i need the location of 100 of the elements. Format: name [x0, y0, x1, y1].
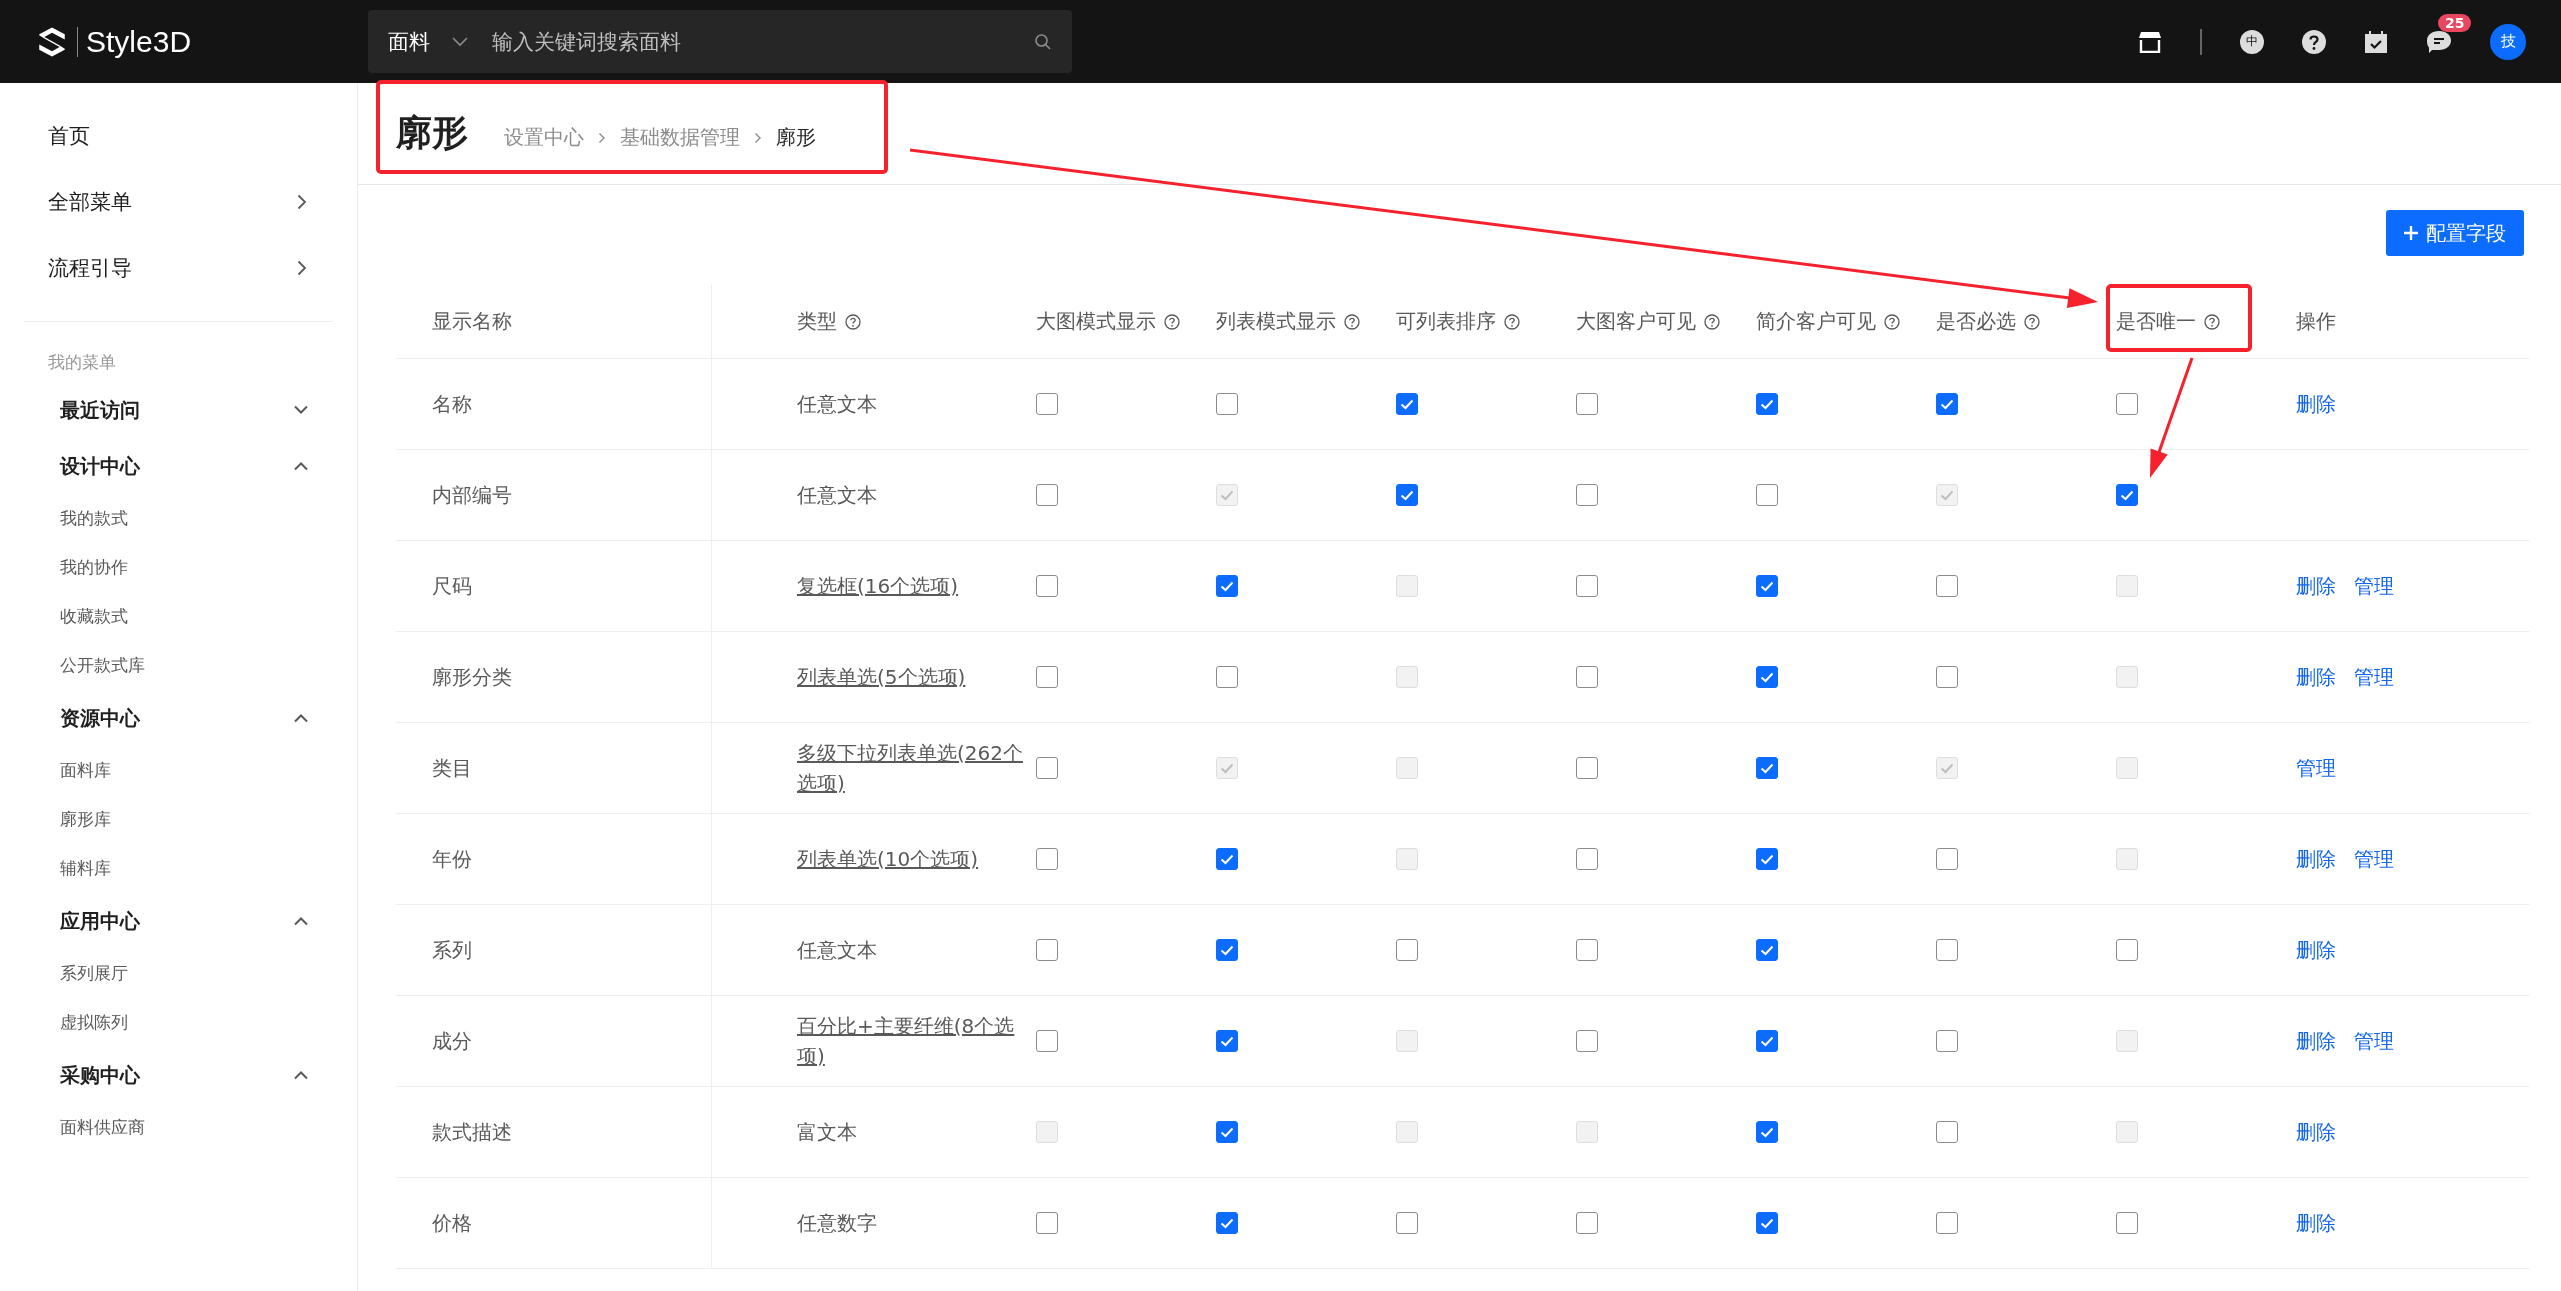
checkbox[interactable]	[1576, 1030, 1598, 1052]
help-icon[interactable]	[845, 313, 861, 330]
checkbox[interactable]	[1396, 1212, 1418, 1234]
type-link[interactable]: 列表单选(5个选项)	[797, 662, 966, 692]
menu-item[interactable]: 虚拟陈列	[0, 998, 357, 1047]
menu-group[interactable]: 设计中心	[0, 438, 357, 494]
help-icon[interactable]	[2024, 313, 2040, 330]
action-link[interactable]: 管理	[2354, 663, 2394, 691]
checkbox[interactable]	[1756, 575, 1778, 597]
sidebar-item[interactable]: 首页	[0, 103, 357, 169]
checkbox[interactable]	[1576, 666, 1598, 688]
checkbox[interactable]	[1216, 1212, 1238, 1234]
checkbox[interactable]	[1216, 393, 1238, 415]
checkbox[interactable]	[1216, 1121, 1238, 1143]
menu-item[interactable]: 我的协作	[0, 543, 357, 592]
checkbox[interactable]	[1576, 484, 1598, 506]
checkbox[interactable]	[2116, 484, 2138, 506]
checkbox[interactable]	[1756, 393, 1778, 415]
menu-label[interactable]: 流程引导	[48, 254, 132, 282]
store-icon[interactable]	[2138, 30, 2162, 53]
checkbox[interactable]	[1936, 666, 1958, 688]
search-icon[interactable]	[1034, 32, 1052, 51]
help-icon[interactable]	[2204, 313, 2220, 330]
action-link[interactable]: 管理	[2354, 572, 2394, 600]
action-link[interactable]: 删除	[2296, 572, 2336, 600]
action-link[interactable]: 管理	[2354, 1027, 2394, 1055]
menu-label[interactable]: 全部菜单	[48, 188, 132, 216]
checkbox[interactable]	[1756, 939, 1778, 961]
checkbox[interactable]	[1036, 393, 1058, 415]
checkbox[interactable]	[1576, 1212, 1598, 1234]
checkbox[interactable]	[1936, 1030, 1958, 1052]
checkbox[interactable]	[1396, 939, 1418, 961]
menu-item[interactable]: 我的款式	[0, 494, 357, 543]
checkbox[interactable]	[1756, 848, 1778, 870]
checkbox[interactable]	[1576, 848, 1598, 870]
checkbox[interactable]	[1216, 1030, 1238, 1052]
checkbox[interactable]	[1936, 1212, 1958, 1234]
help-icon[interactable]	[2302, 29, 2326, 54]
chat-icon[interactable]	[2426, 29, 2452, 54]
checkbox[interactable]	[1036, 1030, 1058, 1052]
action-link[interactable]: 删除	[2296, 1118, 2336, 1146]
checkbox[interactable]	[1756, 666, 1778, 688]
help-icon[interactable]	[1164, 313, 1180, 330]
avatar[interactable]: 技	[2490, 23, 2526, 60]
menu-item[interactable]: 公开款式库	[0, 641, 357, 690]
search-field[interactable]: 面料 输入关键词搜索面料	[368, 10, 1072, 73]
group-label[interactable]: 应用中心	[60, 907, 140, 935]
action-link[interactable]: 删除	[2296, 936, 2336, 964]
checkbox[interactable]	[1396, 484, 1418, 506]
checkbox[interactable]	[1756, 757, 1778, 779]
action-link[interactable]: 删除	[2296, 1027, 2336, 1055]
action-link[interactable]: 删除	[2296, 390, 2336, 418]
checkbox[interactable]	[1576, 393, 1598, 415]
menu-item[interactable]: 廓形库	[0, 795, 357, 844]
checkbox[interactable]	[1576, 757, 1598, 779]
menu-item[interactable]: 收藏款式	[0, 592, 357, 641]
type-link[interactable]: 百分比+主要纤维(8个选项)	[797, 1011, 1024, 1071]
group-label[interactable]: 采购中心	[60, 1061, 140, 1089]
group-label[interactable]: 设计中心	[60, 452, 140, 480]
configure-fields-button[interactable]: 配置字段	[2386, 210, 2524, 256]
type-link[interactable]: 列表单选(10个选项)	[797, 844, 979, 874]
menu-item[interactable]: 辅料库	[0, 844, 357, 893]
calendar-check-icon[interactable]	[2364, 29, 2388, 54]
checkbox[interactable]	[1216, 848, 1238, 870]
search-category[interactable]: 面料	[388, 27, 430, 56]
action-link[interactable]: 删除	[2296, 1209, 2336, 1237]
checkbox[interactable]	[1756, 1121, 1778, 1143]
type-link[interactable]: 复选框(16个选项)	[797, 571, 959, 601]
language-button[interactable]: 中	[2240, 29, 2264, 54]
menu-group[interactable]: 最近访问	[0, 382, 357, 438]
menu-group[interactable]: 资源中心	[0, 690, 357, 746]
checkbox[interactable]	[1036, 757, 1058, 779]
action-link[interactable]: 删除	[2296, 663, 2336, 691]
checkbox[interactable]	[2116, 1212, 2138, 1234]
menu-item[interactable]: 系列展厅	[0, 949, 357, 998]
checkbox[interactable]	[1216, 939, 1238, 961]
checkbox[interactable]	[1036, 484, 1058, 506]
checkbox[interactable]	[2116, 393, 2138, 415]
checkbox[interactable]	[1936, 393, 1958, 415]
help-icon[interactable]	[1884, 313, 1900, 330]
menu-group[interactable]: 应用中心	[0, 893, 357, 949]
sidebar-item[interactable]: 流程引导	[0, 235, 357, 301]
checkbox[interactable]	[1936, 575, 1958, 597]
checkbox[interactable]	[1936, 939, 1958, 961]
checkbox[interactable]	[1036, 575, 1058, 597]
help-icon[interactable]	[1344, 313, 1360, 330]
checkbox[interactable]	[1036, 666, 1058, 688]
checkbox[interactable]	[1756, 484, 1778, 506]
checkbox[interactable]	[1396, 393, 1418, 415]
checkbox[interactable]	[1036, 939, 1058, 961]
checkbox[interactable]	[1216, 575, 1238, 597]
group-label[interactable]: 资源中心	[60, 704, 140, 732]
checkbox[interactable]	[1576, 939, 1598, 961]
action-link[interactable]: 管理	[2354, 845, 2394, 873]
checkbox[interactable]	[2116, 939, 2138, 961]
menu-item[interactable]: 面料供应商	[0, 1103, 357, 1152]
help-icon[interactable]	[1504, 313, 1520, 330]
help-icon[interactable]	[1704, 313, 1720, 330]
checkbox[interactable]	[1756, 1030, 1778, 1052]
checkbox[interactable]	[1216, 666, 1238, 688]
